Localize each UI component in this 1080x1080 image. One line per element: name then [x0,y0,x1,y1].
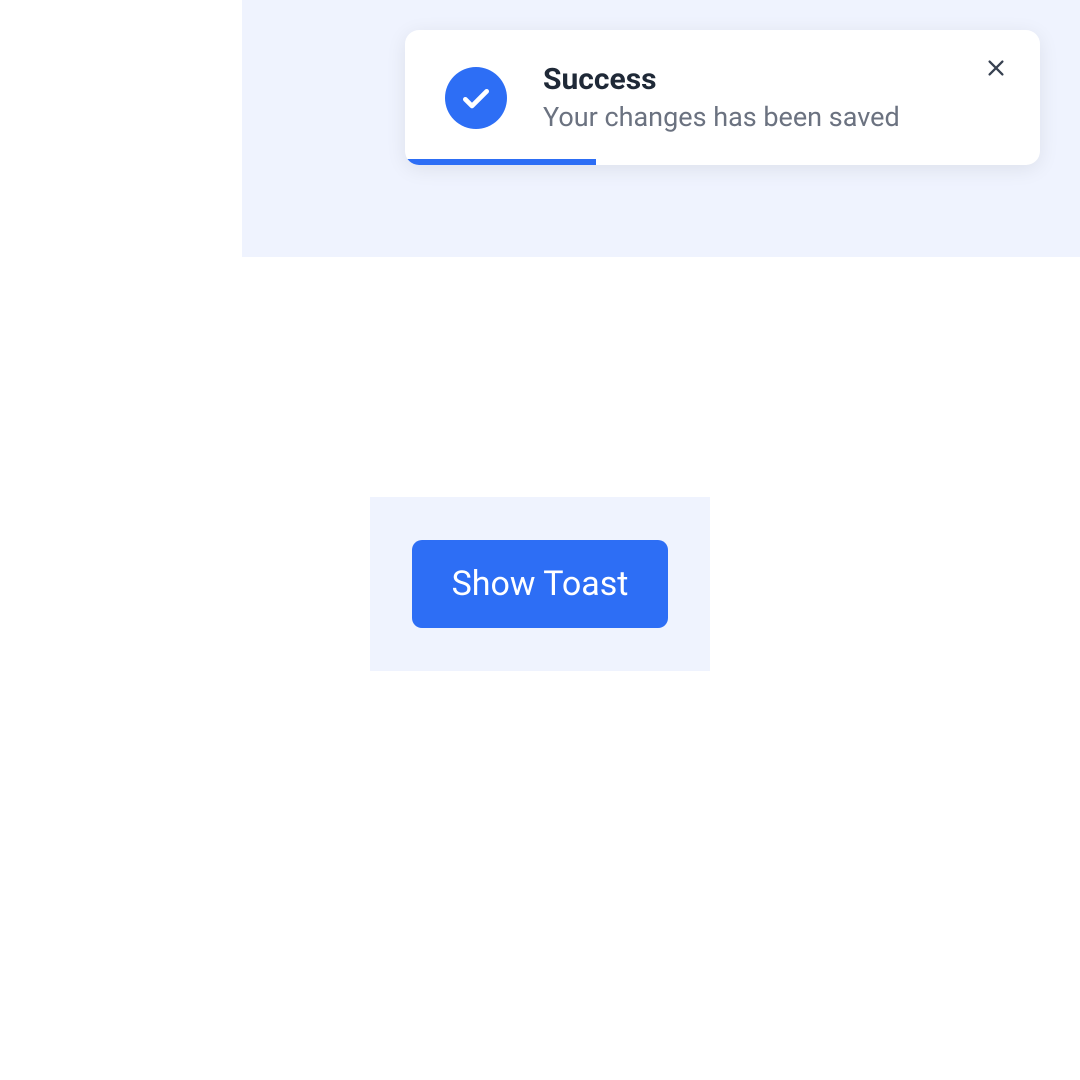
toast-title: Success [543,62,1000,97]
close-icon [985,57,1007,79]
button-panel: Show Toast [370,497,710,671]
toast-progress-bar [405,159,596,165]
check-icon [445,67,507,129]
toast-content: Success Your changes has been saved [543,62,1000,133]
show-toast-button[interactable]: Show Toast [412,540,669,628]
toast-message: Your changes has been saved [543,101,1000,133]
close-button[interactable] [978,50,1014,86]
toast-notification: Success Your changes has been saved [405,30,1040,165]
